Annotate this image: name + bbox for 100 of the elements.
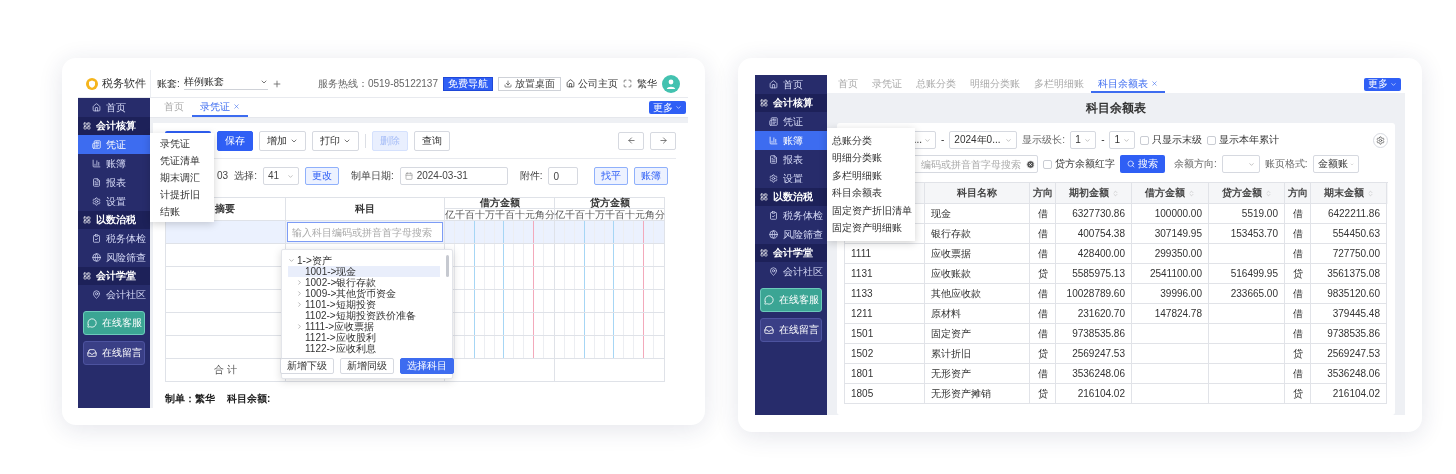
hotline-text: 服务热线：0519-85122137 xyxy=(317,78,438,89)
caret-icon xyxy=(1123,136,1131,144)
tab[interactable]: 录凭证 xyxy=(192,98,248,117)
tree-item[interactable]: 1121->应收股利 xyxy=(288,332,440,343)
dropdown-button[interactable]: 增加 xyxy=(259,130,306,151)
section-label: 会计核算 xyxy=(773,98,813,108)
direction-select[interactable] xyxy=(1221,155,1260,173)
attachments-field[interactable]: 0 xyxy=(548,167,579,185)
select-button[interactable]: 选择科目 xyxy=(400,358,454,374)
previous-button[interactable] xyxy=(618,131,644,150)
tree-item[interactable]: 1122->应收利息 xyxy=(288,343,440,354)
message-button[interactable]: 在线留言 xyxy=(760,318,822,342)
sidebar-item[interactable]: 账簿 xyxy=(78,154,150,173)
subject-search-field[interactable]: 输入科目编码或拼音首字母搜索 xyxy=(286,222,443,242)
user-name: 繁华 xyxy=(637,78,657,89)
menu-item[interactable]: 凭证清单 xyxy=(150,152,214,169)
search-button[interactable]: 搜索 xyxy=(1120,155,1165,173)
tree-item[interactable]: 1002->银行存款 xyxy=(288,277,440,288)
date-field[interactable]: 2024-03-31 xyxy=(399,167,508,185)
clear-icon[interactable] xyxy=(1026,159,1035,169)
tree-item[interactable]: 1001->现金 xyxy=(288,266,440,277)
change-button[interactable]: 更改 xyxy=(304,167,339,185)
checkbox[interactable] xyxy=(1207,135,1217,145)
close-icon[interactable] xyxy=(233,103,240,110)
sidebar-item[interactable]: 凭证 xyxy=(755,112,827,131)
checkbox[interactable] xyxy=(1140,135,1150,145)
sort-icon[interactable] xyxy=(1366,189,1374,197)
desktop-button[interactable]: 放置桌面 xyxy=(498,76,561,91)
action-button[interactable]: 找平 xyxy=(594,167,629,185)
tree-item[interactable]: 1102->短期投资跌价准备 xyxy=(288,310,440,321)
add-button[interactable]: 新增下级 xyxy=(280,358,334,374)
menu-item[interactable]: 总账分类 xyxy=(827,132,915,150)
homepage-link[interactable]: 公司主页 xyxy=(566,78,618,89)
sidebar-item[interactable]: 风险筛查 xyxy=(78,248,150,267)
arrow-left-icon xyxy=(626,136,636,145)
checkbox[interactable] xyxy=(1043,159,1052,169)
sidebar-item[interactable]: 首页 xyxy=(755,75,827,94)
menu-item[interactable]: 固定资产折旧清单 xyxy=(827,202,915,220)
query-button[interactable]: 查询 xyxy=(414,130,450,151)
sort-icon[interactable] xyxy=(1188,189,1195,197)
level-select[interactable]: 1 xyxy=(1109,131,1136,149)
add-button[interactable]: 新增同级 xyxy=(340,358,394,374)
column-header: 借方金额 xyxy=(445,198,554,209)
map-pin-icon xyxy=(92,290,101,299)
level-select[interactable]: 1 xyxy=(1070,131,1097,149)
tree-item[interactable]: 1->资产 xyxy=(288,255,440,266)
tab[interactable]: 科目余额表 xyxy=(1091,76,1165,93)
close-icon[interactable] xyxy=(1151,80,1158,87)
sidebar-item[interactable]: 设置 xyxy=(78,192,150,211)
menu-item[interactable]: 录凭证 xyxy=(150,135,214,152)
save-button[interactable]: 保存 xyxy=(217,130,253,151)
more-button[interactable]: 更多 xyxy=(649,101,686,114)
sort-icon[interactable] xyxy=(1264,189,1272,197)
sidebar-item[interactable]: 首页 xyxy=(78,98,150,117)
navigation-button[interactable]: 免费导航 xyxy=(443,76,493,91)
fullscreen-icon[interactable] xyxy=(623,79,632,88)
add-icon[interactable] xyxy=(271,78,282,89)
menu-item[interactable]: 期末调汇 xyxy=(150,169,214,186)
menu-item[interactable]: 科目余额表 xyxy=(827,184,915,202)
message-button[interactable]: 在线留言 xyxy=(83,341,145,365)
document-icon xyxy=(769,117,778,126)
more-button[interactable]: 更多 xyxy=(1364,77,1401,91)
sidebar-item[interactable]: 税务体检 xyxy=(755,206,827,225)
unit-label: 千 xyxy=(455,209,465,220)
sidebar-item[interactable]: 税务体检 xyxy=(78,229,150,248)
unit-label: 万 xyxy=(595,209,605,220)
sort-icon[interactable] xyxy=(1111,189,1119,197)
account-select[interactable]: 样例账套 xyxy=(183,77,268,90)
tree-item[interactable]: 1101->短期投资 xyxy=(288,299,440,310)
caret-icon xyxy=(1247,160,1255,168)
menu-item[interactable]: 固定资产明细账 xyxy=(827,219,915,237)
sidebar-item[interactable]: 会计社区 xyxy=(78,285,150,304)
sidebar-item[interactable]: 风险筛查 xyxy=(755,225,827,244)
sidebar-item[interactable]: 会计社区 xyxy=(755,262,827,281)
action-button[interactable]: 账簿 xyxy=(634,167,669,185)
next-button[interactable] xyxy=(650,131,676,150)
sidebar-item[interactable]: 报表 xyxy=(755,150,827,169)
unit-label: 千 xyxy=(495,209,505,220)
app-name: 税务软件 xyxy=(102,78,146,89)
sidebar-item[interactable]: 账簿 xyxy=(755,131,827,150)
bar-chart-icon xyxy=(769,136,778,145)
table-cell: 贷 xyxy=(1030,384,1056,404)
number-select[interactable]: 41 xyxy=(262,167,299,185)
section-label: 以数治税 xyxy=(96,215,136,225)
map-pin-icon xyxy=(769,267,778,276)
sidebar-item[interactable]: 凭证 xyxy=(78,135,150,154)
format-select[interactable]: 金额账 xyxy=(1312,155,1359,173)
checkbox-label: 显示本年累计 xyxy=(1219,135,1280,145)
settings-icon xyxy=(769,174,778,183)
section-label: 以数治税 xyxy=(773,192,813,202)
table-cell: 216104.02 xyxy=(1311,384,1387,404)
sidebar-item[interactable]: 报表 xyxy=(78,173,150,192)
tree-item[interactable]: 1009->其他货币资金 xyxy=(288,288,440,299)
tree-item[interactable]: 1111->应收票据 xyxy=(288,321,440,332)
sidebar-item[interactable]: 设置 xyxy=(755,169,827,188)
table-row[interactable]: 输入科目编码或拼音首字母搜索 xyxy=(165,221,665,244)
period-select[interactable]: 2024年0... xyxy=(949,131,1018,149)
avatar-icon xyxy=(662,74,680,93)
home-icon xyxy=(769,80,778,89)
dropdown-button[interactable]: 打印 xyxy=(312,130,359,151)
